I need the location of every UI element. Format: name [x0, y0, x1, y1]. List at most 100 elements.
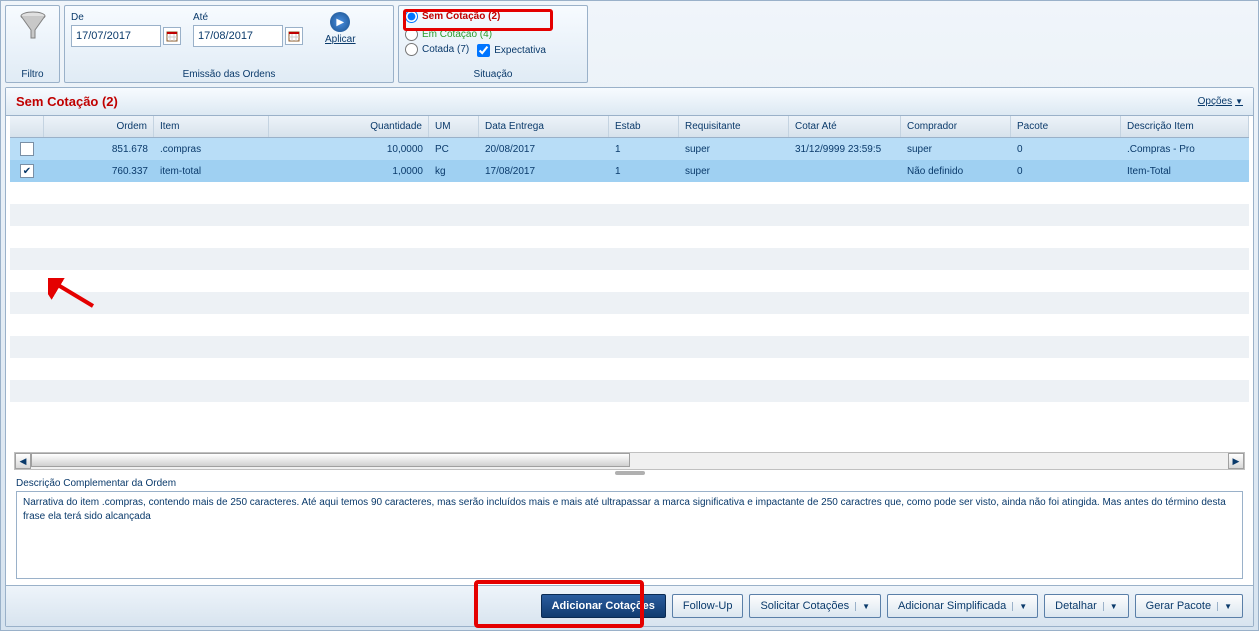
emissao-group: De Até — [64, 5, 394, 83]
ate-date-input[interactable] — [193, 25, 283, 47]
table-row — [10, 182, 1249, 204]
chevron-down-icon[interactable]: ▼ — [1012, 602, 1027, 611]
main-panel: Sem Cotação (2) Opções ▼ Ordem Item Quan… — [5, 87, 1254, 627]
col-requisitante[interactable]: Requisitante — [679, 116, 789, 137]
de-label: De — [71, 12, 181, 23]
table-row — [10, 314, 1249, 336]
cell-ordem: 851.678 — [44, 138, 154, 160]
cell-descricao: Item-Total — [1121, 160, 1249, 182]
cell-quantidade: 10,0000 — [269, 138, 429, 160]
cell-pacote: 0 — [1011, 138, 1121, 160]
expectativa-checkbox[interactable] — [477, 44, 490, 57]
table-row — [10, 248, 1249, 270]
cell-requisitante: super — [679, 138, 789, 160]
em-cotacao-radio[interactable] — [405, 28, 418, 41]
col-descricao-item[interactable]: Descrição Item — [1121, 116, 1249, 137]
grid-header-row: Ordem Item Quantidade UM Data Entrega Es… — [10, 116, 1249, 138]
h-scrollbar[interactable]: ◀ ▶ — [14, 452, 1245, 470]
scroll-left-icon[interactable]: ◀ — [15, 453, 31, 469]
calendar-icon[interactable] — [285, 27, 303, 45]
row-checkbox[interactable]: ✔ — [20, 164, 34, 178]
top-toolbar: Filtro De Até — [5, 5, 1254, 83]
cell-comprador: Não definido — [901, 160, 1011, 182]
ate-label: Até — [193, 12, 303, 23]
cell-comprador: super — [901, 138, 1011, 160]
situacao-label: Situação — [405, 67, 581, 80]
cell-cotar-ate: 31/12/9999 23:59:5 — [789, 138, 901, 160]
cotada-radio[interactable] — [405, 43, 418, 56]
table-row[interactable]: ✔ 760.337 item-total 1,0000 kg 17/08/201… — [10, 160, 1249, 182]
solicitar-cotacoes-button[interactable]: Solicitar Cotações ▼ — [749, 594, 881, 618]
apply-icon[interactable]: ▶ — [330, 12, 350, 32]
col-ordem[interactable]: Ordem — [44, 116, 154, 137]
chevron-down-icon[interactable]: ▼ — [1103, 602, 1118, 611]
sem-cotacao-radio[interactable] — [405, 10, 418, 23]
emissao-label: Emissão das Ordens — [71, 67, 387, 80]
cell-quantidade: 1,0000 — [269, 160, 429, 182]
cell-pacote: 0 — [1011, 160, 1121, 182]
cell-um: PC — [429, 138, 479, 160]
button-label: Detalhar — [1055, 600, 1097, 612]
col-quantidade[interactable]: Quantidade — [269, 116, 429, 137]
filter-group: Filtro — [5, 5, 60, 83]
cell-estab: 1 — [609, 160, 679, 182]
de-date-input[interactable] — [71, 25, 161, 47]
chevron-down-icon: ▼ — [1235, 97, 1243, 106]
col-comprador[interactable]: Comprador — [901, 116, 1011, 137]
table-row — [10, 336, 1249, 358]
panel-title: Sem Cotação (2) — [16, 94, 118, 109]
scroll-right-icon[interactable]: ▶ — [1228, 453, 1244, 469]
options-link[interactable]: Opções ▼ — [1198, 96, 1243, 107]
table-row — [10, 292, 1249, 314]
cell-cotar-ate — [789, 160, 901, 182]
table-row[interactable]: 851.678 .compras 10,0000 PC 20/08/2017 1… — [10, 138, 1249, 160]
col-estab[interactable]: Estab — [609, 116, 679, 137]
em-cotacao-label: Em Cotação (4) — [422, 29, 492, 40]
col-item[interactable]: Item — [154, 116, 269, 137]
cell-descricao: .Compras - Pro — [1121, 138, 1249, 160]
detalhar-button[interactable]: Detalhar ▼ — [1044, 594, 1129, 618]
cell-requisitante: super — [679, 160, 789, 182]
button-label: Adicionar Simplificada — [898, 600, 1006, 612]
button-label: Adicionar Cotações — [552, 600, 655, 612]
cotada-label: Cotada (7) — [422, 44, 469, 55]
col-pacote[interactable]: Pacote — [1011, 116, 1121, 137]
col-um[interactable]: UM — [429, 116, 479, 137]
panel-header: Sem Cotação (2) Opções ▼ — [6, 88, 1253, 116]
description-label: Descrição Complementar da Ordem — [16, 478, 1243, 489]
follow-up-button[interactable]: Follow-Up — [672, 594, 744, 618]
cell-ordem: 760.337 — [44, 160, 154, 182]
cell-data-entrega: 20/08/2017 — [479, 138, 609, 160]
button-label: Follow-Up — [683, 600, 733, 612]
row-checkbox[interactable] — [20, 142, 34, 156]
col-data-entrega[interactable]: Data Entrega — [479, 116, 609, 137]
grid-body: 851.678 .compras 10,0000 PC 20/08/2017 1… — [10, 138, 1249, 450]
chevron-down-icon[interactable]: ▼ — [855, 602, 870, 611]
chevron-down-icon[interactable]: ▼ — [1217, 602, 1232, 611]
adicionar-simplificada-button[interactable]: Adicionar Simplificada ▼ — [887, 594, 1038, 618]
sem-cotacao-label: Sem Cotação (2) — [422, 11, 500, 22]
col-cotar-ate[interactable]: Cotar Até — [789, 116, 901, 137]
table-row — [10, 380, 1249, 402]
expectativa-label: Expectativa — [494, 45, 546, 56]
button-bar: Adicionar Cotações Follow-Up Solicitar C… — [6, 585, 1253, 626]
cell-item: .compras — [154, 138, 269, 160]
adicionar-cotacoes-button[interactable]: Adicionar Cotações — [541, 594, 666, 618]
calendar-icon[interactable] — [163, 27, 181, 45]
apply-link[interactable]: Aplicar — [325, 34, 356, 45]
filter-label: Filtro — [21, 67, 43, 80]
gerar-pacote-button[interactable]: Gerar Pacote ▼ — [1135, 594, 1243, 618]
scroll-thumb[interactable] — [31, 453, 630, 467]
button-label: Gerar Pacote — [1146, 600, 1211, 612]
description-text: Narrativa do item .compras, contendo mai… — [16, 491, 1243, 579]
grid: Ordem Item Quantidade UM Data Entrega Es… — [6, 116, 1253, 581]
button-label: Solicitar Cotações — [760, 600, 849, 612]
table-row — [10, 270, 1249, 292]
situacao-group: Sem Cotação (2) Em Cotação (4) Cotada (7… — [398, 5, 588, 83]
funnel-icon[interactable] — [17, 10, 49, 42]
cell-estab: 1 — [609, 138, 679, 160]
table-row — [10, 226, 1249, 248]
col-checkbox — [10, 116, 44, 137]
cell-um: kg — [429, 160, 479, 182]
table-row — [10, 204, 1249, 226]
